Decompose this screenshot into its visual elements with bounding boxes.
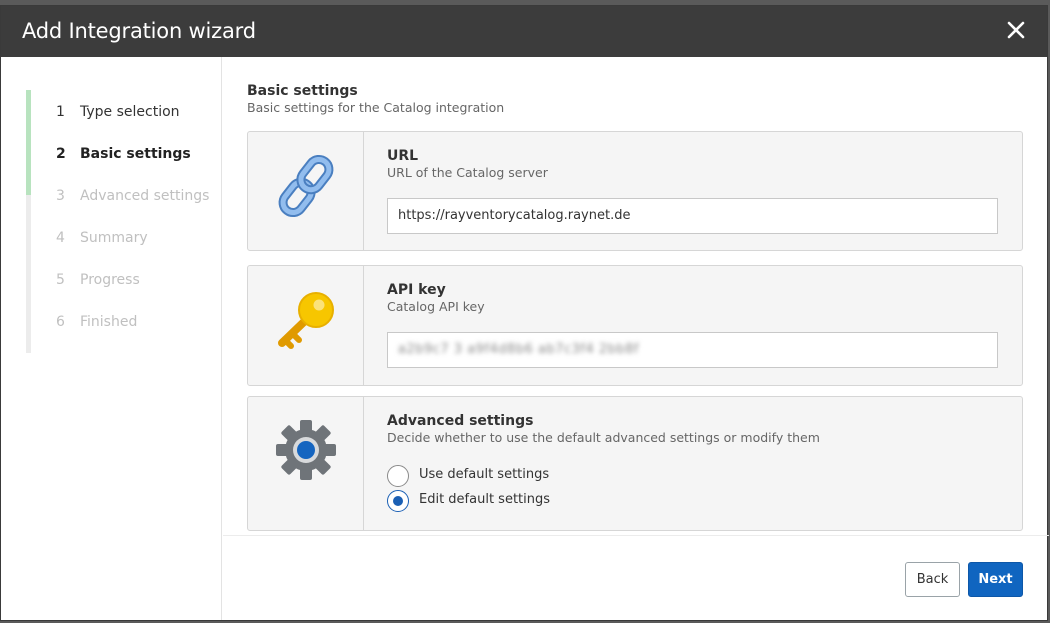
gear-icon — [276, 420, 336, 480]
wizard-content: Basic settings Basic settings for the Ca… — [247, 83, 1023, 531]
step-label: Advanced settings — [80, 188, 210, 204]
step-number: 3 — [56, 188, 65, 204]
advanced-card-icon-column — [248, 397, 364, 530]
add-integration-dialog: Add Integration wizard 1 Type selection 2… — [0, 5, 1049, 621]
step-label: Progress — [80, 272, 140, 288]
step-label: Basic settings — [80, 146, 191, 162]
radio-label: Edit default settings — [419, 492, 551, 507]
step-number: 2 — [56, 146, 66, 162]
steps-progress-fill — [26, 90, 31, 196]
steps-progress-track — [26, 90, 31, 353]
advanced-settings-card: Advanced settings Decide whether to use … — [247, 396, 1023, 531]
step-progress: 5 Progress — [56, 272, 209, 314]
step-label: Type selection — [80, 104, 180, 120]
url-card-icon-column — [248, 132, 364, 250]
step-finished: 6 Finished — [56, 314, 209, 356]
url-card-body: URL URL of the Catalog server https://ra… — [387, 148, 998, 234]
chain-link-icon — [278, 154, 334, 218]
radio-label: Use default settings — [419, 467, 550, 482]
step-number: 1 — [56, 104, 65, 120]
section-subtitle: Basic settings for the Catalog integrati… — [247, 100, 505, 115]
close-icon[interactable] — [1005, 19, 1027, 41]
api-key-label: API key — [387, 282, 446, 298]
radio-button[interactable] — [387, 465, 409, 487]
steps-list: 1 Type selection 2 Basic settings 3 Advance… — [56, 104, 209, 356]
step-number: 6 — [56, 314, 65, 330]
api-key-description: Catalog API key — [387, 299, 485, 314]
section-title: Basic settings — [247, 83, 358, 99]
step-label: Finished — [80, 314, 138, 330]
step-number: 5 — [56, 272, 65, 288]
api-key-card-body: API key Catalog API key a2b9c7 3 a9f4d8b… — [387, 282, 998, 368]
key-icon — [278, 292, 334, 349]
step-basic-settings[interactable]: 2 Basic settings — [56, 146, 209, 188]
footer-divider — [223, 535, 1049, 536]
radio-use-default[interactable]: Use default settings — [387, 465, 637, 487]
advanced-settings-description: Decide whether to use the default advanc… — [387, 430, 820, 445]
wizard-steps-sidebar: 1 Type selection 2 Basic settings 3 Advance… — [1, 57, 222, 620]
radio-button-checked[interactable] — [387, 490, 409, 512]
url-description: URL of the Catalog server — [387, 165, 548, 180]
step-label: Summary — [80, 230, 148, 246]
url-input[interactable]: https://rayventorycatalog.raynet.de — [387, 198, 998, 234]
step-type-selection[interactable]: 1 Type selection — [56, 104, 209, 146]
advanced-settings-label: Advanced settings — [387, 413, 534, 429]
back-button[interactable]: Back — [905, 562, 960, 597]
dialog-title-bar: Add Integration wizard — [1, 6, 1047, 57]
api-key-input[interactable]: a2b9c7 3 a9f4d8b6 ab7c3f4 2bb8f — [387, 332, 998, 368]
radio-edit-default[interactable]: Edit default settings — [387, 490, 637, 512]
api-key-card-icon-column — [248, 266, 364, 385]
api-key-value: a2b9c7 3 a9f4d8b6 ab7c3f4 2bb8f — [398, 342, 639, 357]
api-key-card: API key Catalog API key a2b9c7 3 a9f4d8b… — [247, 265, 1023, 386]
advanced-card-body: Advanced settings Decide whether to use … — [387, 413, 998, 512]
dialog-title: Add Integration wizard — [22, 19, 256, 43]
step-summary: 4 Summary — [56, 230, 209, 272]
step-advanced-settings: 3 Advanced settings — [56, 188, 209, 230]
url-label: URL — [387, 148, 419, 164]
step-number: 4 — [56, 230, 65, 246]
next-button[interactable]: Next — [968, 562, 1023, 597]
url-card: URL URL of the Catalog server https://ra… — [247, 131, 1023, 251]
